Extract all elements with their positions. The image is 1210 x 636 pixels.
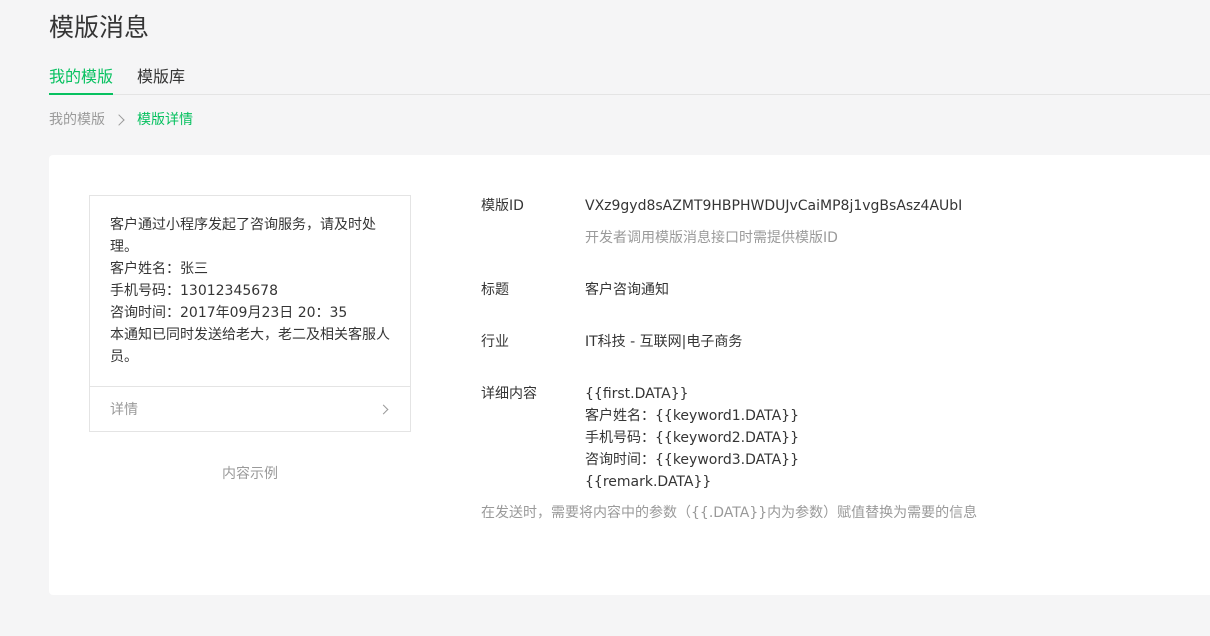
tab-bar: 我的模版 模版库 bbox=[49, 64, 1210, 95]
content-value: {{first.DATA}} 客户姓名：{{keyword1.DATA}} 手机… bbox=[585, 383, 1145, 493]
breadcrumb-current: 模版详情 bbox=[137, 112, 193, 128]
tab-template-library[interactable]: 模版库 bbox=[137, 64, 185, 95]
preview-line: 客户姓名：张三 bbox=[110, 261, 208, 277]
title-value: 客户咨询通知 bbox=[585, 282, 669, 298]
industry-label: 行业 bbox=[481, 334, 509, 350]
template-id-label: 模版ID bbox=[481, 198, 524, 214]
template-id-value: VXz9gyd8sAZMT9HBPHWDUJvCaiMP8j1vgBsAsz4A… bbox=[585, 198, 963, 214]
chevron-right-icon bbox=[378, 404, 389, 414]
preview-line: 手机号码：13012345678 bbox=[110, 283, 278, 299]
content-label: 详细内容 bbox=[481, 386, 537, 402]
chevron-right-icon bbox=[113, 114, 125, 126]
title-label: 标题 bbox=[481, 282, 509, 298]
template-id-value-block: VXz9gyd8sAZMT9HBPHWDUJvCaiMP8j1vgBsAsz4A… bbox=[585, 195, 1145, 249]
content-line: 手机号码：{{keyword2.DATA}} bbox=[585, 430, 799, 446]
content-line: {{remark.DATA}} bbox=[585, 474, 712, 490]
preview-detail-link[interactable]: 详情 bbox=[90, 386, 410, 431]
industry-value: IT科技 - 互联网|电子商务 bbox=[585, 334, 743, 350]
parameter-note: 在发送时，需要将内容中的参数（{{.DATA}}内为参数）赋值替换为需要的信息 bbox=[481, 505, 978, 521]
preview-detail-label: 详情 bbox=[110, 402, 138, 418]
breadcrumb-my-templates[interactable]: 我的模版 bbox=[49, 110, 105, 130]
preview-caption: 内容示例 bbox=[222, 466, 278, 482]
content-line: 咨询时间：{{keyword3.DATA}} bbox=[585, 452, 799, 468]
content-line: {{first.DATA}} bbox=[585, 386, 689, 402]
preview-line: 咨询时间：2017年09月23日 20：35 bbox=[110, 305, 348, 321]
template-id-note: 开发者调用模版消息接口时需提供模版ID bbox=[585, 230, 838, 246]
content-line: 客户姓名：{{keyword1.DATA}} bbox=[585, 408, 799, 424]
tab-my-templates[interactable]: 我的模版 bbox=[49, 64, 114, 95]
preview-line: 客户通过小程序发起了咨询服务，请及时处理。 bbox=[110, 217, 376, 255]
message-preview: 客户通过小程序发起了咨询服务，请及时处理。 客户姓名：张三 手机号码：13012… bbox=[89, 195, 411, 432]
page-title: 模版消息 bbox=[49, 13, 150, 42]
breadcrumb: 我的模版 模版详情 bbox=[49, 110, 193, 130]
detail-card: 客户通过小程序发起了咨询服务，请及时处理。 客户姓名：张三 手机号码：13012… bbox=[49, 155, 1210, 595]
page: 模版消息 我的模版 模版库 我的模版 模版详情 客户通过小程序发起了咨询服务，请… bbox=[0, 0, 1210, 636]
preview-body: 客户通过小程序发起了咨询服务，请及时处理。 客户姓名：张三 手机号码：13012… bbox=[90, 196, 410, 387]
preview-line: 本通知已同时发送给老大，老二及相关客服人员。 bbox=[110, 327, 390, 365]
